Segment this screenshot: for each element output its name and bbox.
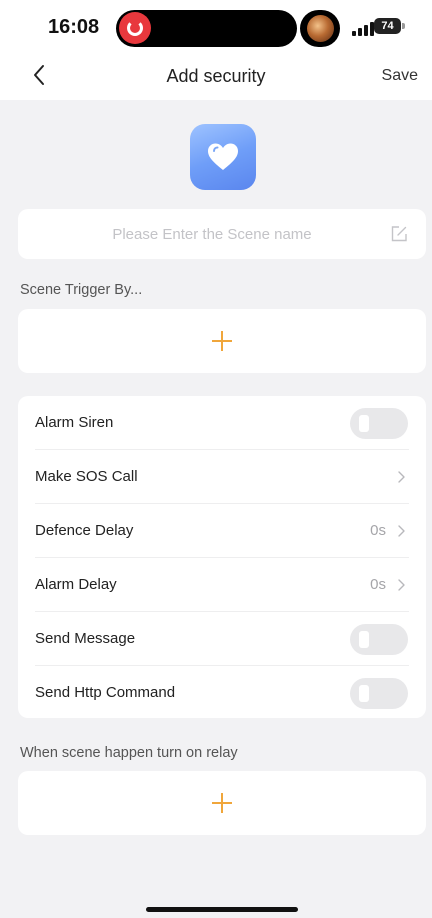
send-message-toggle[interactable] [350, 624, 408, 655]
send-message-label: Send Message [35, 630, 136, 647]
signal-icon [352, 22, 374, 36]
scene-icon-picker[interactable] [190, 124, 256, 190]
alarm-siren-label: Alarm Siren [35, 414, 114, 431]
relay-section-label: When scene happen turn on relay [20, 745, 238, 761]
top-bar: 16:08 74 Add security Save [0, 0, 432, 100]
defence-delay-label: Defence Delay [35, 522, 134, 539]
security-settings-card: Alarm Siren Make SOS Call Defence Delay … [18, 396, 426, 718]
page-title: Add security [166, 66, 266, 86]
add-trigger-button[interactable] [18, 309, 426, 373]
battery-icon: 74 [374, 18, 401, 34]
plus-icon [212, 331, 232, 351]
heart-icon [208, 143, 238, 170]
media-thumbnail[interactable] [300, 10, 340, 47]
setting-row-send-http: Send Http Command [18, 666, 426, 720]
send-http-label: Send Http Command [35, 684, 176, 701]
setting-row-alarm-delay[interactable]: Alarm Delay 0s [18, 558, 426, 612]
trigger-section-label: Scene Trigger By... [20, 282, 143, 298]
home-indicator[interactable] [146, 907, 298, 912]
save-button[interactable]: Save [382, 67, 418, 85]
alarm-delay-value: 0s [370, 576, 386, 593]
scene-name-card [18, 209, 426, 259]
chevron-right-icon [398, 525, 405, 537]
setting-row-sos-call[interactable]: Make SOS Call [18, 450, 426, 504]
scene-name-input[interactable] [18, 209, 426, 259]
plus-icon [212, 793, 232, 813]
setting-row-send-message: Send Message [18, 612, 426, 666]
add-relay-button[interactable] [18, 771, 426, 835]
edit-icon[interactable] [390, 225, 408, 243]
battery-tip [402, 23, 405, 29]
setting-row-defence-delay[interactable]: Defence Delay 0s [18, 504, 426, 558]
status-time: 16:08 [48, 16, 100, 38]
alarm-siren-toggle[interactable] [350, 408, 408, 439]
send-http-toggle[interactable] [350, 678, 408, 709]
alarm-delay-label: Alarm Delay [35, 576, 117, 593]
defence-delay-value: 0s [370, 522, 386, 539]
navigation-bar: Add security Save [0, 56, 432, 96]
sos-call-label: Make SOS Call [35, 468, 138, 485]
activity-app-icon[interactable] [119, 12, 151, 44]
status-bar: 16:08 74 [0, 0, 432, 52]
chevron-right-icon [398, 579, 405, 591]
chevron-right-icon [398, 471, 405, 483]
setting-row-alarm-siren: Alarm Siren [18, 396, 426, 450]
